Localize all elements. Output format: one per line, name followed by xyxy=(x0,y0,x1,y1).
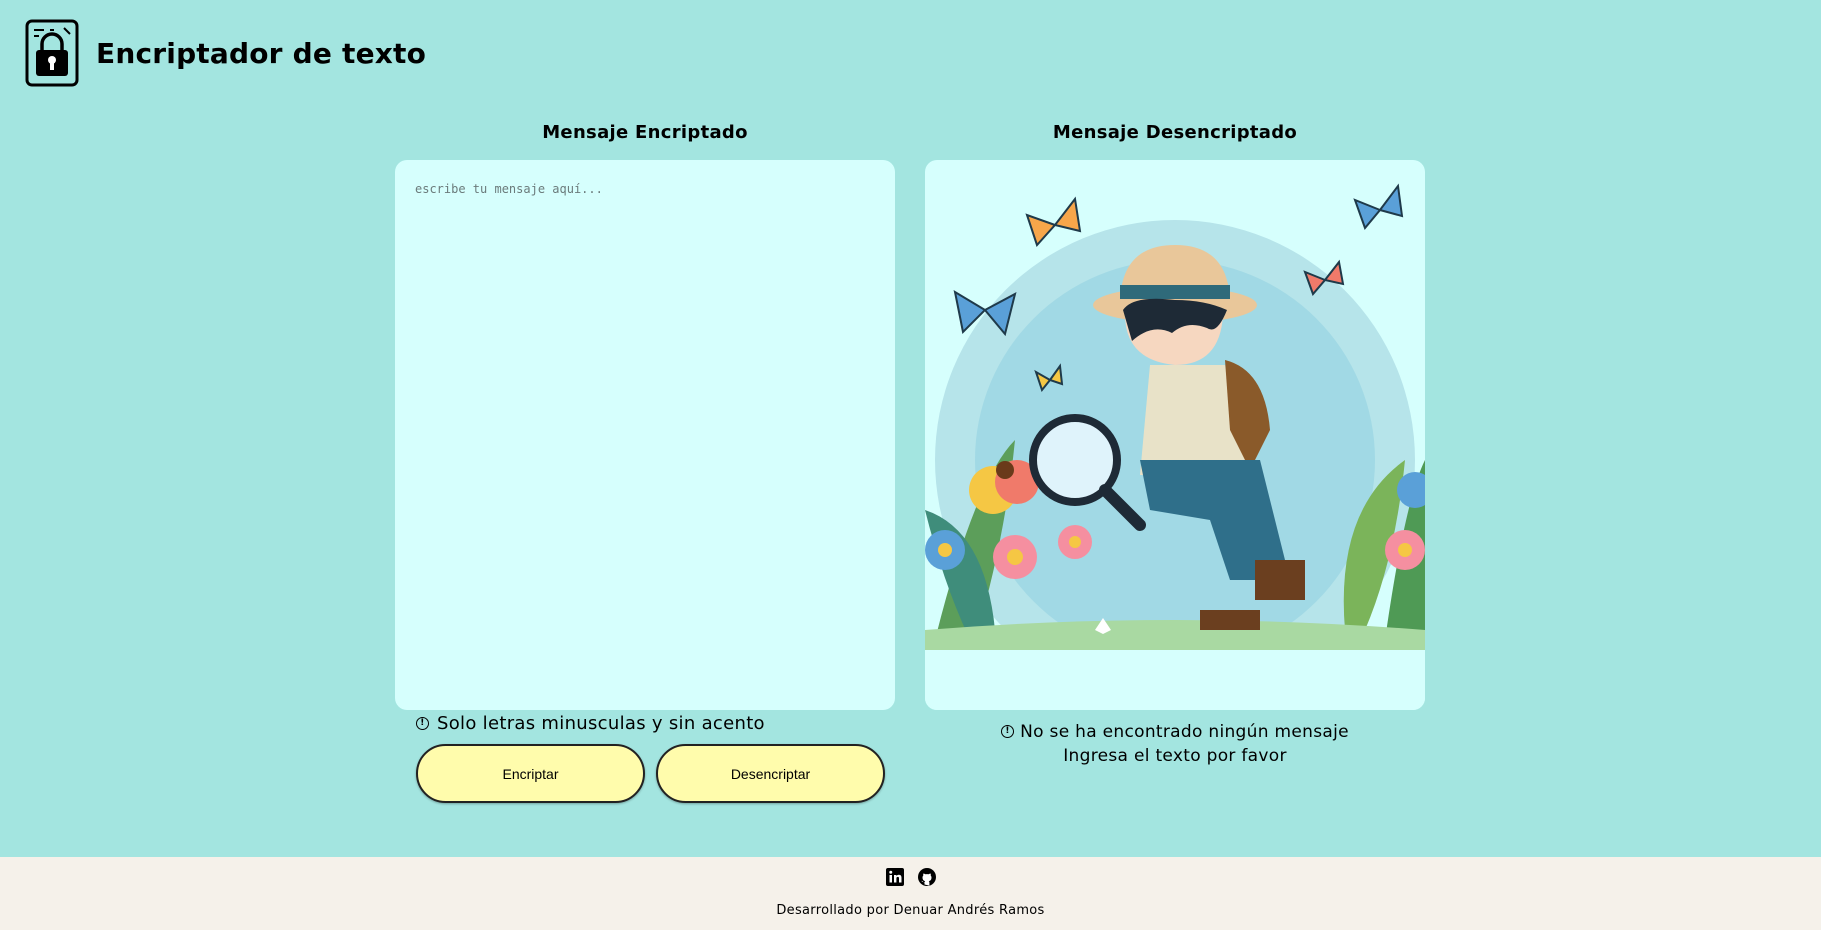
encrypt-button[interactable]: Encriptar xyxy=(416,744,645,803)
lock-document-icon xyxy=(25,19,79,87)
input-hint: ! Solo letras minusculas y sin acento xyxy=(416,713,765,734)
social-links xyxy=(0,867,1821,887)
app-title: Encriptador de texto xyxy=(96,36,427,70)
decrypted-panel-title: Mensaje Desencriptado xyxy=(1052,122,1298,143)
boy-with-magnifying-glass-illustration xyxy=(925,183,1425,710)
hint-text: Solo letras minusculas y sin acento xyxy=(437,713,765,734)
encrypted-panel-title: Mensaje Encriptado xyxy=(542,122,748,143)
github-icon[interactable] xyxy=(917,867,937,887)
footer: Desarrollado por Denuar Andrés Ramos xyxy=(0,857,1821,930)
info-icon: ! xyxy=(1001,725,1015,738)
message-input[interactable] xyxy=(395,160,895,710)
input-panel xyxy=(395,160,895,710)
instruction-text: Ingresa el texto por favor xyxy=(1063,745,1287,766)
result-message: ! No se ha encontrado ningún mensaje Ing… xyxy=(925,716,1425,768)
linkedin-icon[interactable] xyxy=(885,867,905,887)
decrypt-button[interactable]: Desencriptar xyxy=(656,744,885,803)
info-icon: ! xyxy=(416,717,429,730)
credits-text: Desarrollado por Denuar Andrés Ramos xyxy=(776,903,1045,918)
output-panel xyxy=(925,160,1425,710)
header: Encriptador de texto xyxy=(24,18,426,88)
no-message-text: No se ha encontrado ningún mensaje xyxy=(1020,721,1349,742)
